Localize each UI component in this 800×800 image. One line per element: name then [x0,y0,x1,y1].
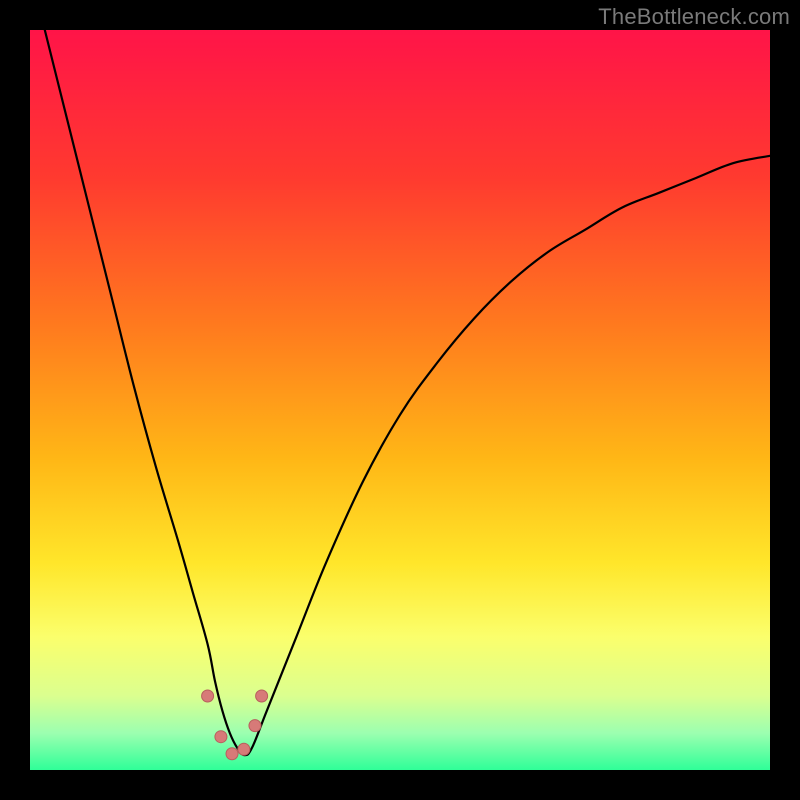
curve-markers [202,690,268,760]
curve-layer [30,30,770,770]
curve-marker [226,748,238,760]
plot-area [30,30,770,770]
curve-marker [238,743,250,755]
bottleneck-curve [45,30,770,755]
curve-marker [202,690,214,702]
curve-marker [249,720,261,732]
curve-marker [215,731,227,743]
chart-frame: TheBottleneck.com [0,0,800,800]
curve-marker [256,690,268,702]
watermark-text: TheBottleneck.com [598,4,790,30]
